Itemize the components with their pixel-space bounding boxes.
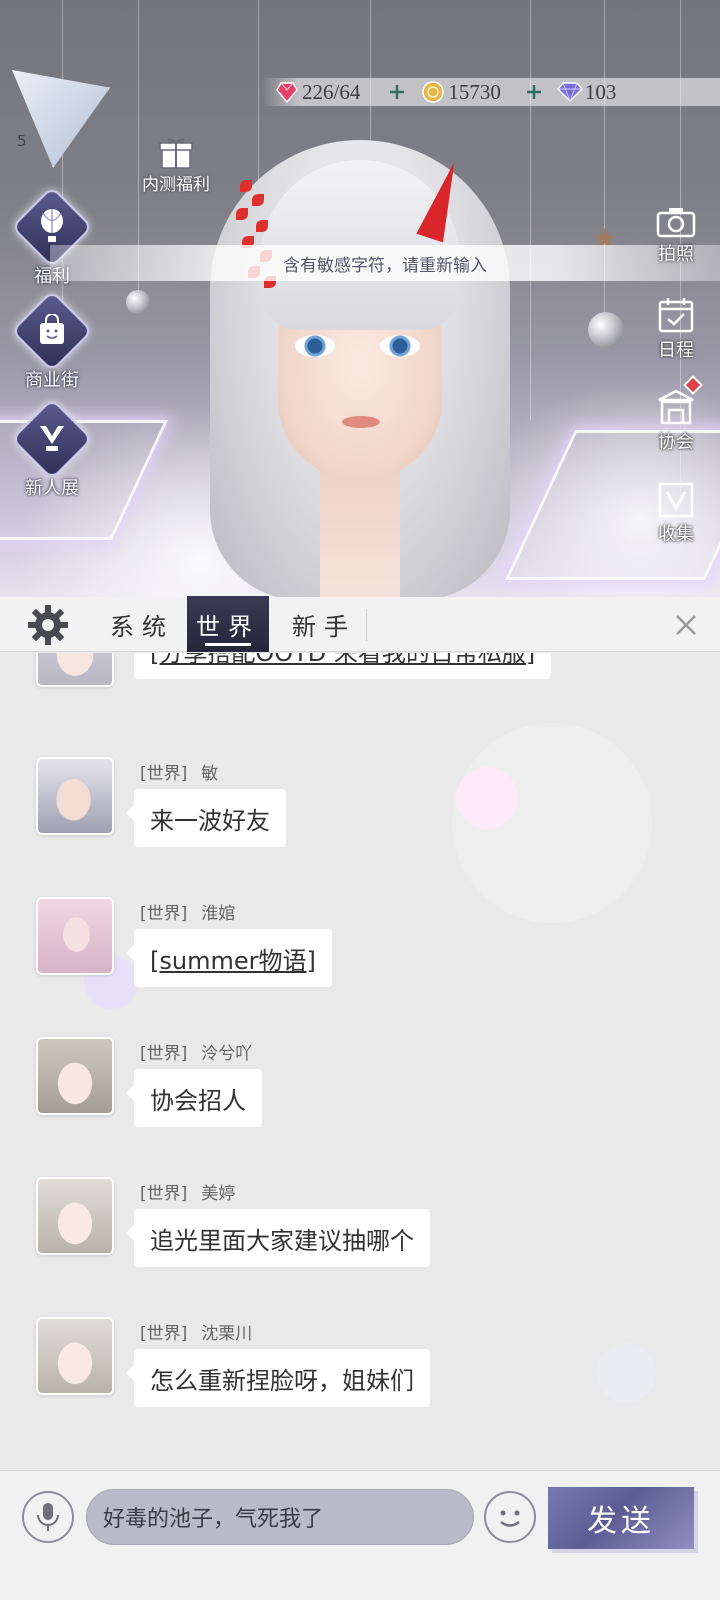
message-meta: [世界] 淮婠: [140, 899, 235, 924]
message-meta: [世界] 敏: [140, 759, 218, 784]
avatar-portrait: [12, 70, 110, 168]
channel-tag: [世界]: [140, 1044, 188, 1064]
stamina-resource[interactable]: 226/64: [274, 78, 360, 106]
avatar[interactable]: [36, 1037, 114, 1115]
message-text: 怎么重新捏脸呀，姐妹们: [150, 1366, 414, 1395]
message-bubble[interactable]: [分享搭配OOTD 来看我的日常私服]: [134, 653, 552, 679]
diamond-resource[interactable]: 103: [556, 78, 617, 106]
character-lips: [342, 416, 380, 428]
message-bubble: 怎么重新捏脸呀，姐妹们: [126, 1349, 430, 1407]
send-button[interactable]: 发送: [548, 1487, 694, 1549]
add-stamina-button[interactable]: [386, 81, 408, 103]
schedule-button[interactable]: 日程: [646, 296, 706, 362]
channel-tag: [世界]: [140, 1324, 188, 1344]
tab-newbie[interactable]: 新手: [282, 597, 366, 652]
character-eye: [380, 335, 420, 357]
sender-name[interactable]: 敏: [201, 764, 218, 784]
gold-coin-icon: [420, 80, 446, 104]
ornament-ball: [588, 312, 624, 348]
sensitive-words-toast: 含有敏感字符，请重新输入: [50, 245, 720, 281]
avatar[interactable]: [36, 897, 114, 975]
sender-name[interactable]: 淮婠: [201, 904, 235, 924]
channel-tag: [世界]: [140, 904, 188, 924]
gift-box-icon: [158, 134, 194, 170]
sender-name[interactable]: 沈栗川: [201, 1324, 252, 1344]
guild-button[interactable]: 协会: [646, 375, 706, 454]
beta-gift-button[interactable]: 内测福利: [136, 134, 216, 195]
ornament-ball: [126, 290, 150, 314]
diamond-value: 103: [584, 79, 617, 104]
stamina-value: 226/64: [302, 79, 361, 104]
guild-hall-icon: [656, 375, 703, 426]
message-bubble: 协会招人: [126, 1069, 262, 1127]
message-meta: [世界] 泠兮吖: [140, 1039, 252, 1064]
beta-gift-label: 内测福利: [142, 175, 210, 195]
message-bubble: 追光里面大家建议抽哪个: [126, 1209, 430, 1267]
commercial-street-label: 商业街: [25, 370, 79, 391]
newcomer-exhibit-button[interactable]: 新人展: [10, 397, 94, 500]
photo-button[interactable]: 拍照: [646, 206, 706, 266]
message-text[interactable]: [分享搭配OOTD 来看我的日常私服]: [150, 653, 535, 668]
message-bubble[interactable]: [summer物语]: [126, 929, 332, 987]
avatar[interactable]: [36, 1177, 114, 1255]
avatar[interactable]: [36, 653, 114, 687]
tab-divider: [366, 609, 367, 641]
message-text[interactable]: [summer物语]: [150, 941, 316, 976]
message-meta: [世界] 美婷: [140, 1179, 235, 1204]
player-character[interactable]: [200, 120, 520, 597]
collection-label: 收集: [658, 524, 694, 545]
message-text: 来一波好友: [150, 806, 270, 835]
add-gold-button[interactable]: [523, 81, 545, 103]
character-neck: [320, 470, 400, 597]
chat-message-list[interactable]: [分享搭配OOTD 来看我的日常私服] [世界] 敏 来一波好友 [世界] 淮婠 […: [0, 653, 720, 1468]
newcomer-exhibit-label: 新人展: [25, 478, 79, 499]
message-text: 协会招人: [150, 1086, 246, 1115]
channel-tag: [世界]: [140, 764, 188, 784]
message-text: 追光里面大家建议抽哪个: [150, 1226, 414, 1255]
message-bubble: 来一波好友: [126, 789, 286, 847]
bokeh-light: [452, 723, 652, 923]
photo-label: 拍照: [658, 244, 694, 265]
shopping-bag-icon: [34, 312, 70, 348]
guild-label: 协会: [658, 432, 694, 453]
resource-bar: 226/64 15730 103: [262, 78, 720, 106]
gear-icon[interactable]: [26, 603, 70, 647]
chat-input-bar: 好毒的池子，气死我了 发送: [0, 1470, 720, 1600]
trophy-icon: [34, 420, 70, 456]
calendar-icon: [657, 296, 695, 334]
tab-world[interactable]: 世界: [187, 596, 269, 652]
message-meta: [世界] 沈栗川: [140, 1319, 252, 1344]
channel-tag: [世界]: [140, 1184, 188, 1204]
collection-button[interactable]: 收集: [646, 482, 706, 546]
heart-gem-icon: [274, 80, 300, 104]
character-eye: [295, 335, 335, 357]
message-input[interactable]: 好毒的池子，气死我了: [86, 1489, 474, 1545]
commercial-street-button[interactable]: 商业街: [10, 289, 94, 392]
player-avatar[interactable]: 5: [12, 70, 110, 168]
gold-value: 15730: [448, 79, 501, 104]
collection-icon: [657, 482, 695, 518]
balloon-icon: [34, 208, 70, 244]
camera-icon: [656, 206, 696, 238]
tab-system[interactable]: 系统: [100, 597, 184, 652]
character-scene[interactable]: ★ 5 226/64 15730 103 内测福利 商业街 新人展 含有敏感字符…: [0, 0, 720, 597]
microphone-icon[interactable]: [22, 1491, 74, 1543]
bokeh-light: [596, 1343, 656, 1403]
avatar[interactable]: [36, 757, 114, 835]
gold-resource[interactable]: 15730: [420, 78, 501, 106]
emoji-icon[interactable]: [484, 1491, 536, 1543]
player-level: 5: [17, 132, 27, 150]
sender-name[interactable]: 美婷: [201, 1184, 235, 1204]
sender-name[interactable]: 泠兮吖: [201, 1044, 252, 1064]
close-icon[interactable]: [668, 607, 704, 643]
chat-tab-bar: 系统 世界 新手: [0, 596, 720, 652]
diamond-icon: [556, 80, 583, 104]
schedule-label: 日程: [658, 340, 694, 361]
avatar[interactable]: [36, 1317, 114, 1395]
